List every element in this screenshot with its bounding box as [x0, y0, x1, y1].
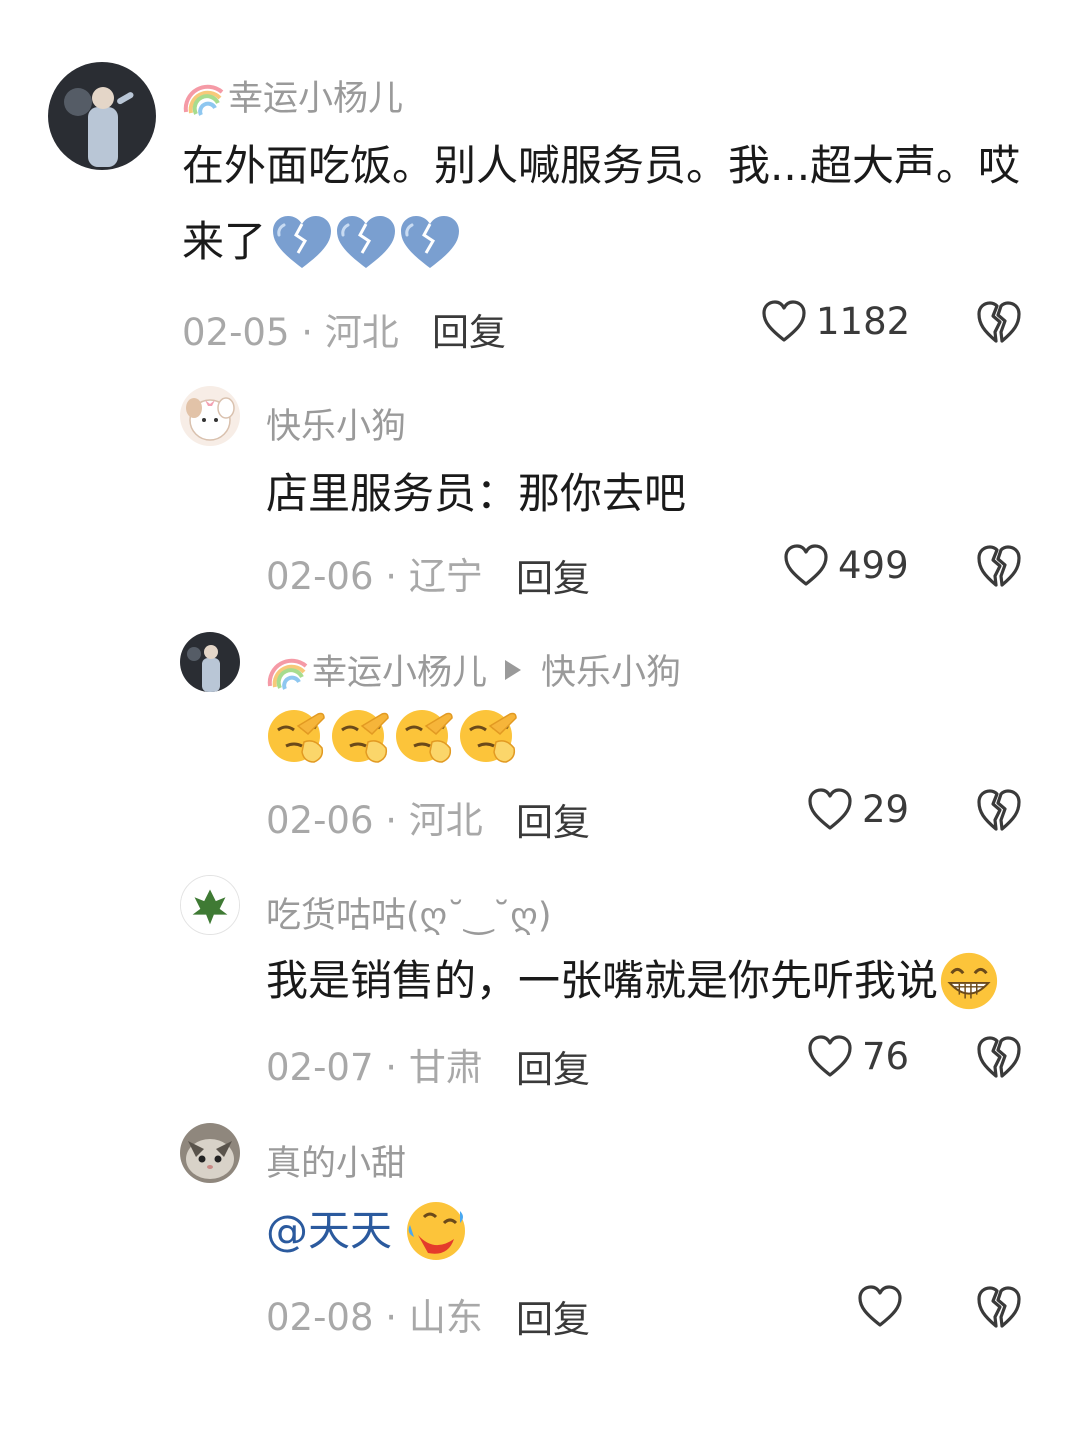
comment-meta: 02-06 · 辽宁 — [266, 546, 483, 600]
like-button[interactable]: 1182 — [760, 298, 910, 344]
comment-text-line-2: 来了 — [182, 204, 1020, 280]
username[interactable]: 快乐小狗 — [266, 398, 406, 449]
avatar[interactable] — [180, 386, 240, 446]
comment-meta: 02-07 · 甘肃 — [266, 1037, 483, 1091]
heart-icon — [856, 1283, 904, 1329]
comment-date: 02-06 — [266, 799, 374, 842]
comment-date: 02-07 — [266, 1046, 374, 1089]
facepalm-icon — [328, 704, 392, 768]
username-text: 快乐小狗 — [266, 407, 407, 447]
heart-icon — [806, 786, 854, 832]
like-count: 499 — [838, 543, 909, 587]
broken-heart-blue-icon — [334, 213, 398, 271]
reply-button[interactable]: 回复 — [516, 1039, 590, 1093]
username-text: 吃货咕咕(ღ˘‿˘ღ) — [266, 896, 552, 936]
like-button[interactable] — [856, 1283, 912, 1329]
comment-location: 辽宁 — [408, 555, 483, 598]
comment-date: 02-08 — [266, 1296, 374, 1339]
reply-button[interactable]: 回复 — [516, 792, 590, 846]
meta-separator: · — [373, 1296, 409, 1339]
mention-link[interactable]: @天天 — [266, 1193, 392, 1269]
dislike-button[interactable] — [974, 1283, 1024, 1331]
like-count: 29 — [862, 787, 910, 831]
reply-button[interactable]: 回复 — [516, 1289, 590, 1343]
comment-text: 店里服务员：那你去吧 — [266, 469, 687, 518]
comment-text: 我是销售的，一张嘴就是你先听我说 — [266, 943, 1000, 1019]
like-button[interactable]: 76 — [806, 1033, 909, 1079]
rainbow-icon — [182, 76, 226, 116]
facepalm-icon — [264, 704, 328, 768]
like-button[interactable]: 29 — [806, 786, 909, 832]
comment-meta: 02-08 · 山东 — [266, 1287, 483, 1341]
dislike-button[interactable] — [974, 1033, 1024, 1081]
comment-text: 在外面吃饭。别人喊服务员。我...超大声。哎 来了 — [182, 128, 1020, 280]
grinning-face-icon — [938, 950, 1000, 1012]
heart-icon — [782, 542, 830, 588]
heart-icon — [760, 298, 808, 344]
username[interactable]: 幸运小杨儿 快乐小狗 — [266, 644, 681, 695]
facepalm-icon — [456, 704, 520, 768]
comment-location: 甘肃 — [408, 1046, 483, 1089]
comment-text-body: 我是销售的，一张嘴就是你先听我说 — [266, 956, 939, 1005]
avatar[interactable] — [180, 632, 240, 692]
broken-heart-blue-icon — [270, 213, 334, 271]
facepalm-icon — [392, 704, 456, 768]
comment-4: 吃货咕咕(ღ˘‿˘ღ) 我是销售的，一张嘴就是你先听我说 02-07 · 甘肃 … — [0, 865, 1080, 1115]
username[interactable]: 吃货咕咕(ღ˘‿˘ღ) — [266, 887, 551, 938]
comment-text-line-1: 在外面吃饭。别人喊服务员。我...超大声。哎 — [182, 141, 1021, 190]
comment-location: 河北 — [324, 311, 399, 354]
reply-to-username[interactable]: 快乐小狗 — [541, 644, 681, 695]
meta-separator: · — [289, 311, 325, 354]
username[interactable]: 真的小甜 — [266, 1135, 406, 1186]
dislike-button[interactable] — [974, 786, 1024, 834]
reply-arrow-icon — [505, 659, 522, 680]
avatar[interactable] — [180, 1123, 240, 1183]
heart-icon — [806, 1033, 854, 1079]
broken-heart-blue-icon — [398, 213, 462, 271]
comment-meta: 02-06 · 河北 — [266, 790, 483, 844]
comment-5: 真的小甜 @天天 02-08 · 山东 回复 — [0, 1115, 1080, 1365]
rainbow-icon — [266, 650, 310, 690]
comment-meta: 02-05 · 河北 — [182, 302, 399, 356]
rolling-laughing-icon — [404, 1199, 468, 1263]
comment-3: 幸运小杨儿 快乐小狗 02-06 · 河北 回复 29 — [0, 620, 1080, 865]
like-count: 1182 — [816, 299, 911, 343]
avatar[interactable] — [48, 62, 156, 170]
meta-separator: · — [373, 555, 409, 598]
like-button[interactable]: 499 — [782, 542, 909, 588]
like-count: 76 — [862, 1034, 910, 1078]
comment-date: 02-06 — [266, 555, 374, 598]
comment-1: 幸运小杨儿 在外面吃饭。别人喊服务员。我...超大声。哎 来了 02-05 · … — [0, 0, 1080, 370]
comment-2: 快乐小狗 店里服务员：那你去吧 02-06 · 辽宁 回复 499 — [0, 370, 1080, 620]
comment-location: 山东 — [408, 1296, 483, 1339]
username-text: 幸运小杨儿 — [312, 653, 488, 693]
avatar[interactable] — [180, 875, 240, 935]
username[interactable]: 幸运小杨儿 — [182, 70, 403, 121]
reply-button[interactable]: 回复 — [432, 302, 506, 356]
reply-button[interactable]: 回复 — [516, 548, 590, 602]
comment-date: 02-05 — [182, 311, 290, 354]
username-text: 幸运小杨儿 — [228, 79, 404, 119]
comment-location: 河北 — [408, 799, 483, 842]
comment-emojis — [264, 704, 520, 768]
dislike-button[interactable] — [974, 542, 1024, 590]
comment-text-line-2-text: 来了 — [182, 217, 267, 266]
meta-separator: · — [373, 799, 409, 842]
dislike-button[interactable] — [974, 298, 1024, 346]
username-text: 真的小甜 — [266, 1144, 407, 1184]
meta-separator: · — [373, 1046, 409, 1089]
comment-text: @天天 — [266, 1193, 468, 1269]
